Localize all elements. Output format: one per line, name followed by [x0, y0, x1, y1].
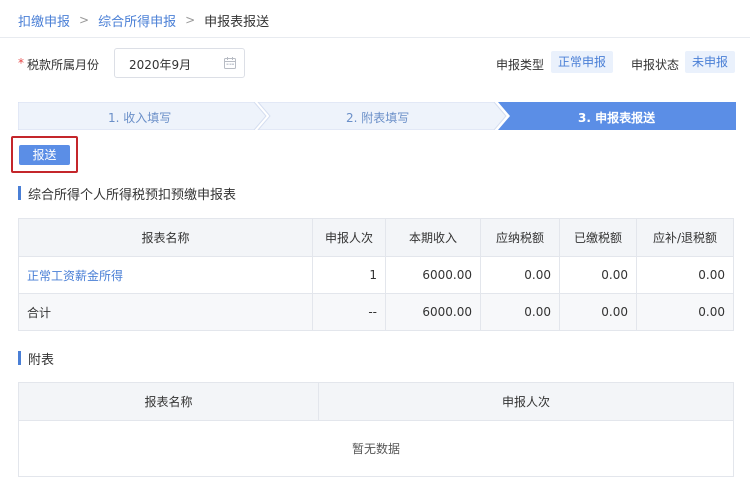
- total-label: 合计: [18, 293, 313, 331]
- declare-type-label: 申报类型: [496, 58, 545, 72]
- declare-count-cell: --: [312, 293, 386, 331]
- step-attachment-entry[interactable]: 2. 附表填写: [346, 109, 409, 126]
- income-cell: 6000.00: [385, 256, 481, 294]
- submit-button[interactable]: 报送: [19, 145, 70, 165]
- breadcrumb: 扣缴申报 > 综合所得申报 > 申报表报送: [18, 11, 270, 30]
- breadcrumb-withholding-declare[interactable]: 扣缴申报: [18, 11, 70, 30]
- declare-status-tag: 未申报: [685, 51, 736, 73]
- header-divider: [0, 37, 750, 38]
- declare-type-tag: 正常申报: [551, 51, 614, 73]
- calendar-icon: [224, 57, 236, 69]
- table-header-row: 报表名称 申报人次 本期收入 应纳税额 已缴税额 应补/退税额: [18, 218, 734, 257]
- tax-due-cell: 0.00: [480, 256, 560, 294]
- tax-paid-cell: 0.00: [559, 293, 637, 331]
- breadcrumb-separator-icon: >: [185, 13, 196, 27]
- column-header: 应补/退税额: [636, 218, 734, 257]
- income-cell: 6000.00: [385, 293, 481, 331]
- tax-paid-cell: 0.00: [559, 256, 637, 294]
- table-row: 正常工资薪金所得 1 6000.00 0.00 0.00 0.00: [18, 256, 734, 294]
- breadcrumb-separator-icon: >: [79, 13, 90, 27]
- breadcrumb-current: 申报表报送: [204, 14, 270, 30]
- empty-row: 暂无数据: [18, 420, 734, 477]
- empty-state-text: 暂无数据: [18, 420, 734, 477]
- submit-button-highlight: 报送: [11, 136, 78, 173]
- required-mark: *: [18, 56, 24, 70]
- attach-report-table: 报表名称 申报人次 暂无数据: [18, 382, 734, 477]
- breadcrumb-comprehensive-income[interactable]: 综合所得申报: [98, 11, 176, 30]
- table-total-row: 合计 -- 6000.00 0.00 0.00 0.00: [18, 293, 734, 331]
- filter-row: * 税款所属月份 2020年9月 申报类型 正常申报 申报状态 未申报: [18, 48, 738, 78]
- tax-month-label: 税款所属月份: [27, 58, 100, 72]
- tax-due-cell: 0.00: [480, 293, 560, 331]
- main-report-table: 报表名称 申报人次 本期收入 应纳税额 已缴税额 应补/退税额 正常工资薪金所得…: [18, 218, 734, 331]
- declare-status-label: 申报状态: [631, 58, 680, 72]
- report-name-link[interactable]: 正常工资薪金所得: [18, 256, 313, 294]
- column-header: 报表名称: [18, 218, 313, 257]
- column-header: 报表名称: [18, 382, 319, 421]
- attach-table-title: 附表: [18, 349, 54, 368]
- column-header: 申报人次: [318, 382, 734, 421]
- main-table-title: 综合所得个人所得税预扣预缴申报表: [18, 184, 236, 203]
- tax-month-picker[interactable]: 2020年9月: [114, 48, 245, 78]
- table-header-row: 报表名称 申报人次: [18, 382, 734, 421]
- column-header: 本期收入: [385, 218, 481, 257]
- step-income-entry[interactable]: 1. 收入填写: [108, 109, 171, 126]
- column-header: 已缴税额: [559, 218, 637, 257]
- step-progress: 1. 收入填写 2. 附表填写 3. 申报表报送: [18, 102, 736, 130]
- tax-refund-cell: 0.00: [636, 256, 734, 294]
- tax-month-value: 2020年9月: [129, 58, 192, 72]
- step-report-submit[interactable]: 3. 申报表报送: [578, 109, 655, 126]
- column-header: 应纳税额: [480, 218, 560, 257]
- column-header: 申报人次: [312, 218, 386, 257]
- declare-count-cell: 1: [312, 256, 386, 294]
- tax-refund-cell: 0.00: [636, 293, 734, 331]
